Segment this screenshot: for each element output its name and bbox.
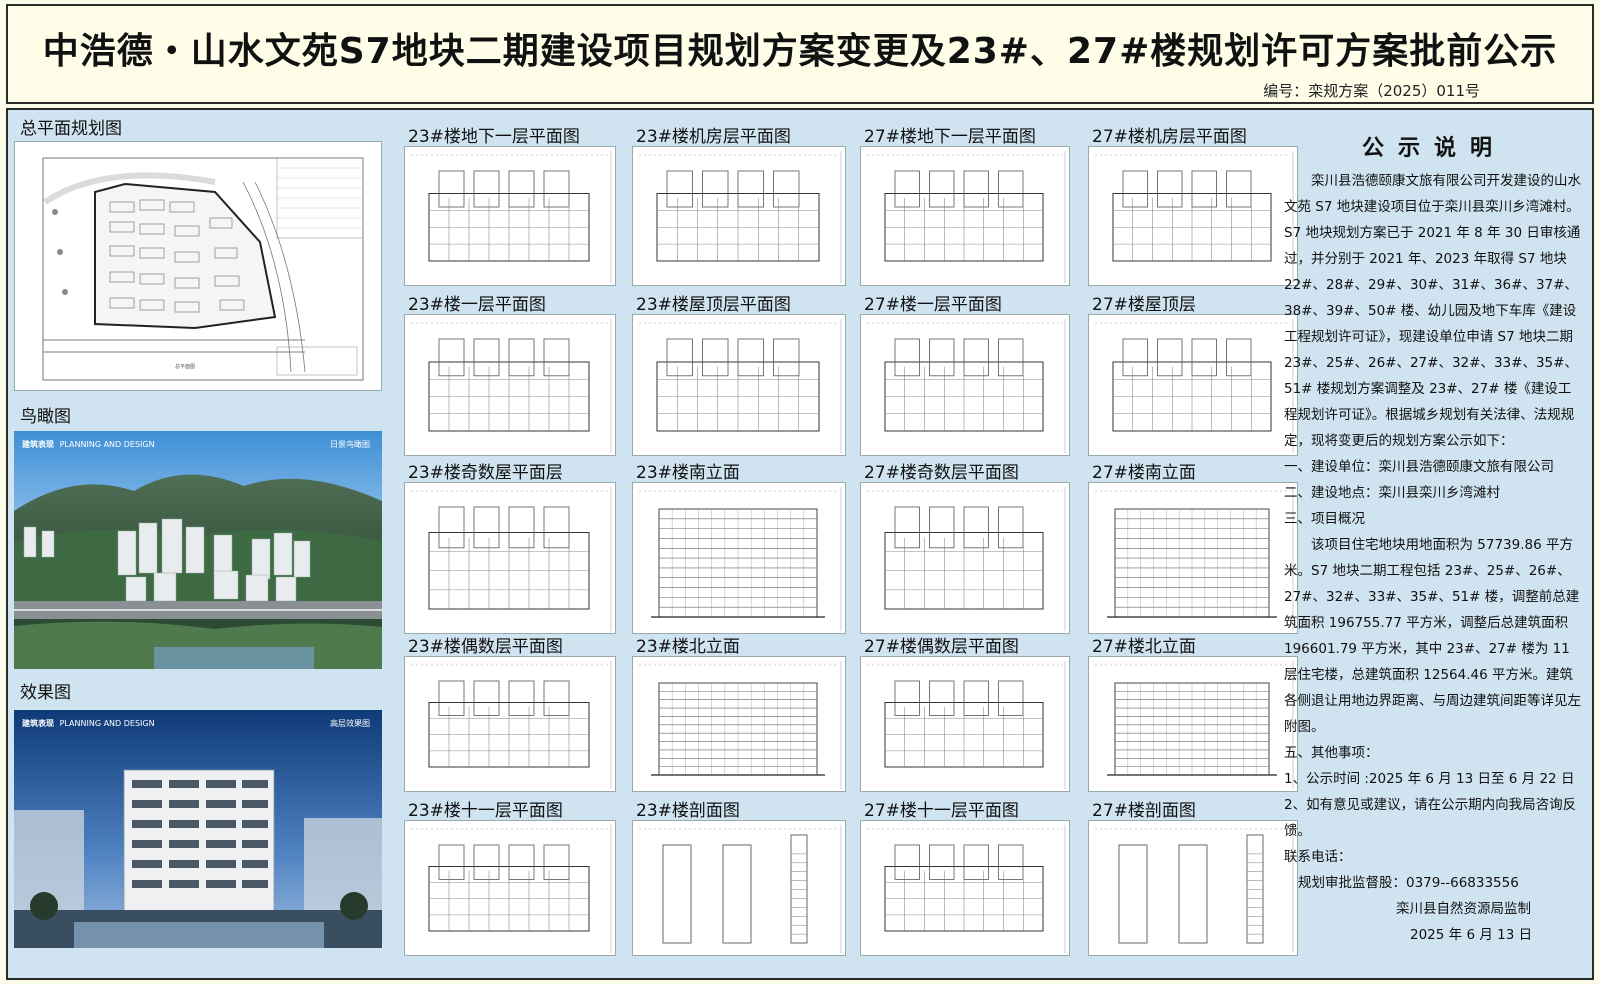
notice-body: 栾川县浩德颐康文旅有限公司开发建设的山水文苑 S7 地块建设项目位于栾川县栾川乡…: [1284, 168, 1584, 948]
notice-paragraph-2: 该项目住宅地块用地面积为 57739.86 平方米。S7 地块二期工程包括 23…: [1284, 537, 1581, 735]
drawing-image: [1088, 146, 1298, 286]
drawing-image: [632, 656, 846, 792]
drawing-image: [1088, 656, 1298, 792]
aerial-tag-right: 日景鸟瞰图: [330, 440, 370, 449]
notice-title: 公示说明: [1361, 136, 1506, 161]
drawing-image: [1088, 314, 1298, 456]
render-tag-right: 高层效果图: [330, 719, 370, 728]
drawing-label: 23#楼北立面: [636, 637, 740, 657]
render-image: 建筑表现 PLANNING AND DESIGN 高层效果图: [14, 710, 382, 948]
page-title: 中浩德・山水文苑S7地块二期建设项目规划方案变更及23#、27#楼规划许可方案批…: [42, 31, 1558, 72]
drawing-image: [860, 314, 1070, 456]
notice-board: 中浩德・山水文苑S7地块二期建设项目规划方案变更及23#、27#楼规划许可方案批…: [0, 0, 1600, 984]
drawing-label: 23#楼地下一层平面图: [408, 127, 580, 147]
drawing-label: 27#楼机房层平面图: [1092, 127, 1247, 147]
drawing-image: [860, 482, 1070, 634]
notice-item-2: 二、建设地点：栾川县栾川乡湾滩村: [1284, 485, 1500, 501]
notice-item-3: 三、项目概况: [1284, 511, 1365, 527]
drawing-image: [632, 146, 846, 286]
svg-text:总平面图: 总平面图: [175, 363, 195, 370]
document-number: 编号：栾规方案（2025）011号: [1263, 82, 1480, 100]
drawing-image: [860, 146, 1070, 286]
notice-paragraph-1: 栾川县浩德颐康文旅有限公司开发建设的山水文苑 S7 地块建设项目位于栾川县栾川乡…: [1284, 173, 1581, 449]
render-tag: 建筑表现 PLANNING AND DESIGN: [22, 719, 155, 728]
drawing-image: [1088, 482, 1298, 634]
contact-label: 联系电话：: [1284, 849, 1352, 865]
drawing-image: [404, 656, 616, 792]
drawing-image: [404, 146, 616, 286]
drawing-label: 23#楼偶数层平面图: [408, 637, 563, 657]
notice-item-5: 五、其他事项：: [1284, 745, 1379, 761]
notice-item-5-1: 1、公示时间 :2025 年 6 月 13 日至 6 月 22 日: [1284, 771, 1575, 787]
drawing-image: [860, 820, 1070, 956]
drawing-label: 27#楼十一层平面图: [864, 801, 1019, 821]
issuing-org: 栾川县自然资源局监制: [1396, 901, 1531, 917]
drawing-label: 27#楼偶数层平面图: [864, 637, 1019, 657]
drawing-label: 23#楼奇数屋平面层: [408, 463, 563, 483]
drawing-image: [632, 482, 846, 634]
drawing-image: [404, 482, 616, 634]
drawing-label: 23#楼机房层平面图: [636, 127, 791, 147]
drawing-label: 23#楼十一层平面图: [408, 801, 563, 821]
aerial-tag: 建筑表现 PLANNING AND DESIGN: [22, 440, 155, 449]
render-label: 效果图: [20, 683, 71, 703]
drawing-image: [860, 656, 1070, 792]
drawing-label: 27#楼奇数层平面图: [864, 463, 1019, 483]
drawing-image: [404, 314, 616, 456]
header: 中浩德・山水文苑S7地块二期建设项目规划方案变更及23#、27#楼规划许可方案批…: [6, 4, 1594, 104]
notice-item-1: 一、建设单位：栾川县浩德颐康文旅有限公司: [1284, 459, 1554, 475]
drawing-image: [1088, 820, 1298, 956]
drawing-label: 27#楼北立面: [1092, 637, 1196, 657]
drawing-label: 27#楼一层平面图: [864, 295, 1002, 315]
drawing-label: 27#楼屋顶层: [1092, 295, 1196, 315]
aerial-label: 鸟瞰图: [20, 407, 71, 427]
drawing-image: [632, 820, 846, 956]
drawing-label: 27#楼地下一层平面图: [864, 127, 1036, 147]
drawing-label: 27#楼南立面: [1092, 463, 1196, 483]
notice-item-5-2: 2、如有意见或建议，请在公示期内向我局咨询反馈。: [1284, 797, 1577, 839]
contact-phone: 规划审批监督股：0379--66833556: [1298, 875, 1519, 891]
drawing-label: 23#楼剖面图: [636, 801, 740, 821]
site-plan-image: 总平面图: [14, 141, 382, 391]
drawing-label: 23#楼屋顶层平面图: [636, 295, 791, 315]
aerial-view-image: 建筑表现 PLANNING AND DESIGN 日景鸟瞰图: [14, 431, 382, 669]
issue-date: 2025 年 6 月 13 日: [1410, 927, 1533, 943]
drawing-label: 23#楼一层平面图: [408, 295, 546, 315]
drawing-image: [404, 820, 616, 956]
drawing-label: 27#楼剖面图: [1092, 801, 1196, 821]
drawing-label: 23#楼南立面: [636, 463, 740, 483]
drawing-image: [632, 314, 846, 456]
site-plan-label: 总平面规划图: [20, 119, 122, 139]
